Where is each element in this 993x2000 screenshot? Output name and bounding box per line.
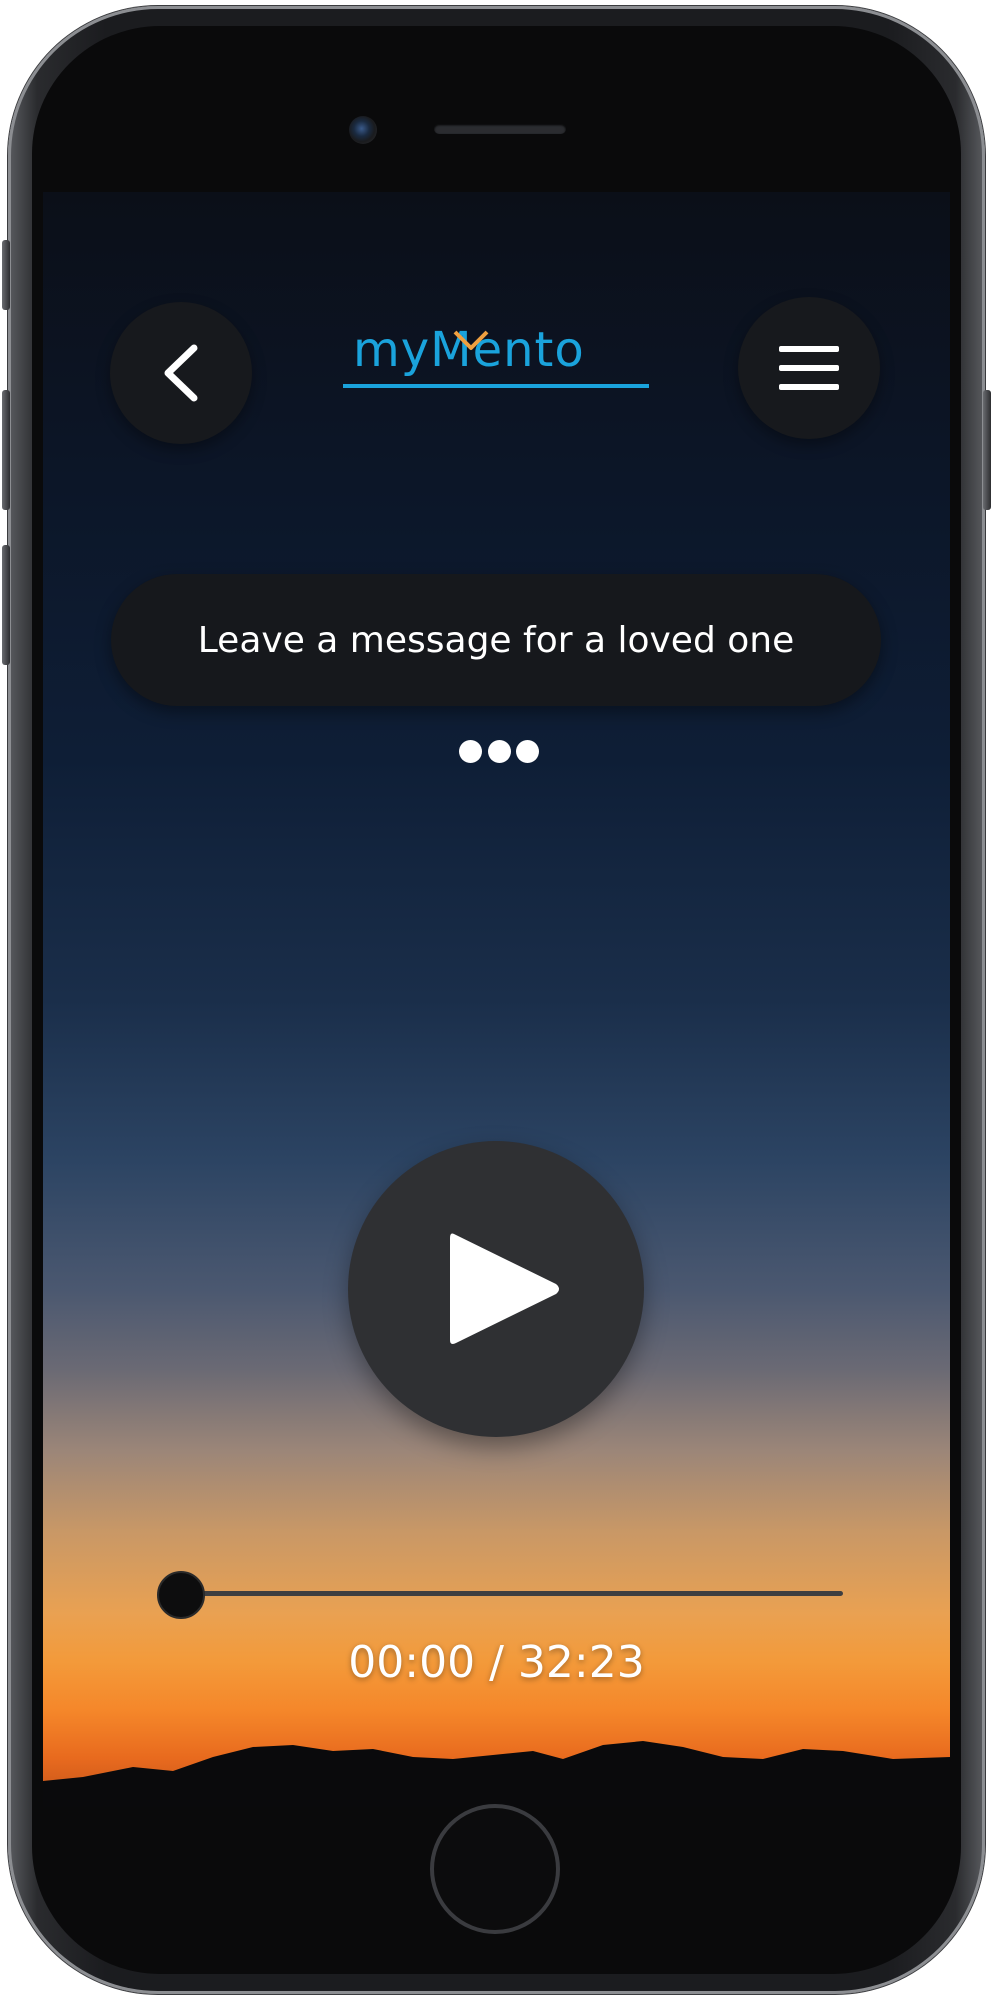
progress-track[interactable] <box>183 1591 843 1596</box>
logo-underline <box>343 384 649 388</box>
chevron-left-icon <box>164 344 198 402</box>
progress-slider-handle[interactable] <box>157 1571 205 1619</box>
dot-icon <box>516 740 539 763</box>
earpiece-speaker <box>434 124 566 134</box>
power-button <box>983 390 991 510</box>
time-display: 00:00 / 32:23 <box>348 1637 645 1688</box>
app-screen: myMento Leave a message for a loved one … <box>43 192 950 1807</box>
menu-button[interactable] <box>738 297 880 439</box>
dot-icon <box>487 740 511 763</box>
volume-up-button <box>2 390 10 510</box>
mute-switch <box>2 240 10 310</box>
play-button[interactable] <box>348 1141 644 1437</box>
message-prompt-text: Leave a message for a loved one <box>197 619 795 661</box>
hamburger-menu-icon <box>779 346 839 390</box>
more-options-button[interactable] <box>459 740 539 764</box>
logo-accent-mark <box>453 330 489 350</box>
play-icon <box>450 1233 559 1344</box>
volume-down-button <box>2 545 10 665</box>
app-logo: myMento <box>343 322 653 392</box>
message-prompt[interactable]: Leave a message for a loved one <box>111 574 881 706</box>
home-button[interactable] <box>430 1804 560 1934</box>
mountain-silhouette <box>43 1741 950 1807</box>
front-camera <box>349 116 377 144</box>
dot-icon <box>459 740 482 763</box>
back-button[interactable] <box>110 302 252 444</box>
